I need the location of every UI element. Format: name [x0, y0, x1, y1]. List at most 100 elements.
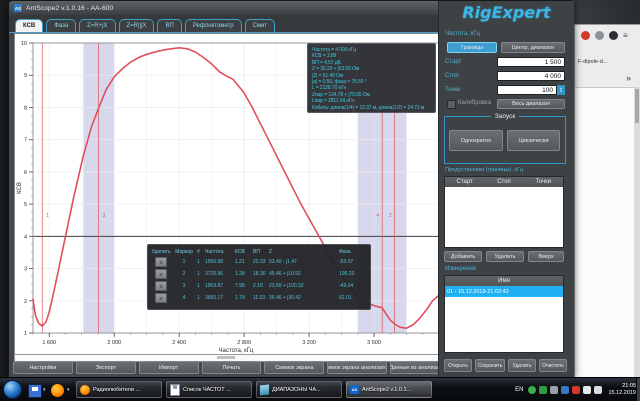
presets-table[interactable]: СтартСтопТочки — [444, 176, 564, 248]
marker-header-cell: Z — [269, 249, 337, 255]
green-status-icon[interactable] — [528, 386, 536, 394]
calibration-checkbox[interactable] — [447, 100, 456, 109]
frequency-section-label: Частота, кГц — [445, 31, 480, 37]
tab-Z=R+jX[interactable]: Z=R+jX — [79, 19, 115, 32]
points-input[interactable]: 100 — [497, 85, 557, 95]
red-alert-icon[interactable] — [572, 386, 580, 394]
toolbar-button[interactable]: Снимок экрана анализатора — [327, 361, 387, 374]
svg-text:2 400: 2 400 — [172, 340, 186, 346]
show-desktop-button[interactable] — [636, 378, 640, 401]
gray-ext-icon[interactable] — [595, 31, 604, 40]
marker-delete-button[interactable]: X — [155, 269, 167, 279]
app-icon: AS — [14, 4, 22, 12]
volume-icon[interactable] — [583, 386, 591, 394]
svg-text:2 800: 2 800 — [237, 340, 251, 346]
measurements-label: Измерения — [445, 266, 476, 272]
marker-cell: 1.28 — [235, 271, 251, 277]
toolbar-button[interactable]: Импорт — [139, 361, 199, 374]
measurement-row-selected[interactable]: 01 › 15.12.2019-21:02:42 — [445, 286, 563, 297]
presets-column-header: Точки — [524, 179, 563, 185]
taskbar-task-book-icon[interactable]: ДИАПАЗОНЫ ЧА... — [256, 381, 342, 398]
presets-label: Предустановки (границы), кГц — [445, 167, 523, 173]
tab-Z=R||jX[interactable]: Z=R||jX — [119, 19, 155, 32]
full-range-button[interactable]: Весь диапазон — [497, 99, 565, 109]
dropdown-arrow-icon[interactable]: ▾ — [43, 387, 46, 393]
measurement-open-button[interactable]: Открыть — [444, 359, 472, 372]
marker-delete-button[interactable]: X — [155, 281, 167, 291]
points-spinner[interactable]: ▲▼ — [557, 85, 565, 95]
preset-up-button[interactable]: Вверх — [528, 251, 564, 262]
measurement-clear-button[interactable]: Очистить — [539, 359, 567, 372]
preset-delete-button[interactable]: Удалить — [486, 251, 524, 262]
background-browser-window[interactable]: ≡ F-dipole-d... » — [574, 24, 640, 379]
marker-delete-button[interactable]: X — [155, 293, 167, 303]
window-title: AntScope2 v.1.0.16 - AA-600 — [26, 5, 113, 12]
tab-Смит[interactable]: Смит — [245, 19, 276, 32]
preset-add-button[interactable]: Добавить — [444, 251, 482, 262]
marker-cell: 3726.96 — [205, 271, 233, 277]
firefox-quick-launch-icon[interactable] — [51, 384, 64, 397]
taskbar-task-antscope-icon[interactable]: ASAntScope2 v.1.0.1... — [346, 381, 432, 398]
marker-cell: 62.01 — [339, 295, 363, 301]
language-indicator[interactable]: EN — [515, 387, 523, 393]
run-single-button[interactable]: Однократно — [449, 130, 503, 151]
menu-icon[interactable]: ≡ — [623, 31, 628, 40]
measurements-table[interactable]: Имя 01 › 15.12.2019-21:02:42 — [444, 275, 564, 353]
marker-cell: 1 — [173, 259, 195, 265]
toolbar-button[interactable]: Печать — [202, 361, 262, 374]
marker-cell: 3 — [173, 283, 195, 289]
antscope-icon: AS — [350, 385, 359, 394]
marker-header-cell: Удалить — [151, 249, 171, 255]
blue-app-icon[interactable] — [561, 386, 569, 394]
word-doc-icon: W — [170, 384, 180, 396]
calibration-label: Калибровка — [458, 100, 491, 106]
dropdown-arrow-icon[interactable]: ▾ — [67, 387, 70, 393]
toolbar-button[interactable]: Настройки — [13, 361, 73, 374]
toolbar-button[interactable]: Снимок экрана — [264, 361, 324, 374]
marker-cell: 18.36 — [253, 271, 267, 277]
tab-Рефлектометр[interactable]: Рефлектометр — [185, 19, 242, 32]
task-label: Список ЧАСТОТ ... — [183, 387, 231, 393]
taskbar-task-word-doc-icon[interactable]: WСписок ЧАСТОТ ... — [166, 381, 252, 398]
marker-header-cell: Частота — [205, 249, 233, 255]
swr-chart[interactable]: 123456789101 6002 0002 4002 8003 2003 60… — [14, 33, 442, 355]
tab-КСВ[interactable]: КСВ — [15, 19, 43, 32]
measurement-delete-button[interactable]: Удалить — [508, 359, 536, 372]
marker-delete-button[interactable]: X — [155, 257, 167, 267]
svg-text:4: 4 — [24, 234, 27, 240]
gray-status-icon[interactable] — [550, 386, 558, 394]
bounds-mode-button[interactable]: Границы — [447, 42, 497, 53]
browser-page — [575, 87, 640, 378]
run-cyclic-button[interactable]: Циклически — [507, 130, 560, 151]
bookmarks-overflow-chevron[interactable]: » — [626, 73, 631, 83]
marker-cell: 1 — [197, 295, 203, 301]
task-label: AntScope2 v.1.0.1... — [362, 387, 411, 393]
clock[interactable]: 21:05 15.12.2019 — [608, 383, 636, 396]
tab-ВП[interactable]: ВП — [157, 19, 181, 32]
svg-text:3 600: 3 600 — [367, 340, 381, 346]
phone-icon[interactable] — [539, 386, 547, 394]
red-badge-icon[interactable] — [581, 31, 590, 40]
cursor-readout-box: Частота = 4 000 кГцКСВ = 3.89ВП = 4.57 д… — [307, 43, 436, 113]
browser-scrollbar[interactable] — [634, 87, 640, 377]
taskbar-task-firefox-icon[interactable]: Радиолюбители ... — [76, 381, 162, 398]
measurement-save-button[interactable]: Сохранить — [475, 359, 505, 372]
tab-Фаза[interactable]: Фаза — [46, 19, 76, 32]
start-button[interactable] — [3, 380, 22, 399]
dark-ext-icon[interactable] — [609, 31, 618, 40]
marker-header-cell: # — [197, 249, 203, 255]
save-quick-launch-icon[interactable] — [28, 384, 42, 398]
readout-line: Кабель: длина(1/4) = 12.37 м, длина(1/2)… — [312, 105, 435, 111]
task-label: Радиолюбители ... — [93, 387, 140, 393]
start-input[interactable]: 1 500 — [497, 57, 565, 67]
network-icon[interactable] — [594, 386, 602, 394]
marker-row: X413650.171.7811.0336.46 + j30.4262.01 — [151, 292, 367, 304]
toolbar-button[interactable]: Экспорт — [76, 361, 136, 374]
marker-number-label: 2 — [389, 213, 392, 219]
center-span-mode-button[interactable]: Центр, диапазон — [501, 42, 565, 53]
svg-text:8: 8 — [24, 105, 27, 111]
svg-text:1: 1 — [24, 331, 27, 337]
svg-text:9: 9 — [24, 73, 27, 79]
bookmark-label[interactable]: F-dipole-d... — [578, 59, 607, 65]
stop-input[interactable]: 4 000 — [497, 71, 565, 81]
